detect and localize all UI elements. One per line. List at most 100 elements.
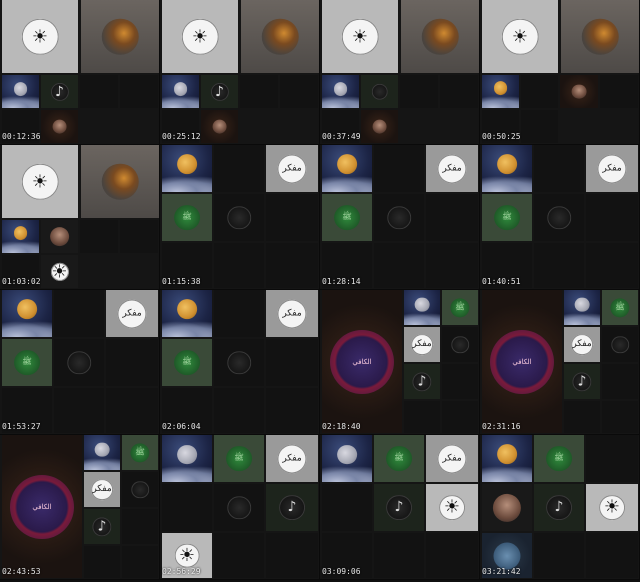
video-frame-panel[interactable]: ☀ ♪ 00:25:12 (160, 0, 320, 145)
tile-empty[interactable] (214, 533, 264, 578)
tile-small[interactable] (482, 75, 519, 108)
tile-medium[interactable] (162, 435, 212, 482)
tile-medium[interactable]: مفكر (426, 145, 478, 192)
tile-medium[interactable]: ♪ (374, 484, 424, 531)
video-frame-panel[interactable]: ﷺ ♪ ☀ 03:21:42 (480, 435, 640, 580)
tile-empty[interactable] (120, 220, 158, 253)
tile-medium[interactable] (322, 145, 372, 192)
tile-empty[interactable] (426, 243, 478, 288)
tile-medium[interactable]: ﷺ (162, 339, 212, 386)
tile-small[interactable] (361, 110, 398, 143)
tile-medium[interactable] (482, 484, 532, 531)
video-frame-panel[interactable]: ﷺ مفكر ♪ ☀ 02:56:29 (160, 435, 320, 580)
tile-medium[interactable] (214, 339, 264, 386)
video-frame-panel[interactable]: ☀ ☀ 01:03:02 (0, 145, 160, 290)
tile-medium[interactable] (482, 145, 532, 192)
tile-medium[interactable] (322, 435, 372, 482)
tile-medium[interactable]: ﷺ (374, 435, 424, 482)
tile-empty[interactable] (586, 194, 638, 241)
tile-medium[interactable]: ﷺ (534, 435, 584, 482)
tile-empty[interactable] (214, 290, 264, 337)
tile-small[interactable] (201, 110, 238, 143)
tile-big-1[interactable]: ☀ (2, 0, 78, 73)
tile-big-2[interactable] (561, 0, 639, 73)
tile-empty[interactable] (54, 290, 104, 337)
tile-featured[interactable]: الكافي (482, 290, 562, 433)
tile-small[interactable] (2, 75, 39, 108)
tile-empty[interactable] (586, 533, 638, 578)
tile-small[interactable]: ♪ (201, 75, 238, 108)
video-frame-panel[interactable]: ☀ 00:50:25 (480, 0, 640, 145)
tile-big-1[interactable]: ☀ (482, 0, 558, 73)
tile-empty[interactable] (322, 484, 372, 531)
tile-empty[interactable] (400, 75, 438, 108)
tile-empty[interactable] (586, 243, 638, 288)
tile-small[interactable]: مفكر (564, 327, 600, 362)
tile-empty[interactable] (586, 435, 638, 482)
tile-small[interactable] (162, 75, 199, 108)
tile-empty[interactable] (214, 145, 264, 192)
tile-small[interactable] (560, 75, 598, 108)
tile-medium[interactable]: مفكر (426, 435, 478, 482)
tile-medium[interactable] (482, 435, 532, 482)
tile-empty[interactable] (106, 339, 158, 386)
tile-small[interactable]: مفكر (404, 327, 440, 362)
tile-featured[interactable]: الكافي (322, 290, 402, 433)
tile-small[interactable]: ♪ (564, 364, 600, 399)
tile-empty[interactable] (266, 339, 318, 386)
tile-medium[interactable]: مفكر (266, 290, 318, 337)
tile-medium[interactable]: ☀ (426, 484, 478, 531)
tile-empty[interactable] (280, 75, 318, 108)
tile-small[interactable]: ♪ (404, 364, 440, 399)
tile-empty[interactable] (442, 364, 478, 399)
tile-medium[interactable] (534, 194, 584, 241)
tile-medium[interactable]: مفكر (266, 145, 318, 192)
tile-medium[interactable]: مفكر (266, 435, 318, 482)
tile-small[interactable] (2, 220, 39, 253)
video-frame-panel[interactable]: ☀ ♪ 00:12:36 (0, 0, 160, 145)
video-frame-panel[interactable]: الكافي ﷺ مفكر ♪ 02:18:40 (320, 290, 480, 435)
tile-small[interactable]: ﷺ (442, 290, 478, 325)
tile-empty[interactable] (600, 75, 638, 108)
tile-medium[interactable] (2, 290, 52, 337)
tile-small[interactable] (404, 290, 440, 325)
tile-medium[interactable]: ☀ (586, 484, 638, 531)
tile-empty[interactable] (80, 220, 118, 253)
tile-empty[interactable] (440, 75, 478, 108)
tile-empty[interactable] (106, 388, 158, 433)
tile-empty[interactable] (374, 533, 424, 578)
tile-big-1[interactable]: ☀ (162, 0, 238, 73)
tile-empty[interactable] (602, 364, 638, 399)
tile-small[interactable] (442, 327, 478, 362)
video-frame-panel[interactable]: الكافي ﷺ مفكر ♪ 02:31:16 (480, 290, 640, 435)
tile-empty[interactable] (374, 243, 424, 288)
tile-empty[interactable] (162, 484, 212, 531)
tile-empty[interactable] (266, 388, 318, 433)
tile-empty[interactable] (240, 75, 278, 108)
tile-empty[interactable] (521, 110, 558, 143)
tile-medium[interactable] (162, 290, 212, 337)
tile-empty[interactable] (214, 243, 264, 288)
tile-empty[interactable] (426, 533, 478, 578)
tile-medium[interactable] (54, 339, 104, 386)
tile-medium[interactable]: ♪ (266, 484, 318, 531)
tile-empty[interactable] (521, 75, 558, 108)
video-frame-panel[interactable]: ﷺ مفكر ♪ ☀ 03:09:06 (320, 435, 480, 580)
tile-empty[interactable] (266, 243, 318, 288)
tile-empty[interactable] (120, 75, 158, 108)
video-frame-panel[interactable]: مفكر ﷺ 01:40:51 (480, 145, 640, 290)
tile-small[interactable] (602, 327, 638, 362)
tile-empty[interactable] (564, 401, 600, 433)
tile-medium[interactable] (374, 194, 424, 241)
tile-empty[interactable] (122, 546, 158, 578)
tile-empty[interactable] (426, 194, 478, 241)
tile-empty[interactable] (84, 546, 120, 578)
tile-medium[interactable] (162, 145, 212, 192)
tile-medium[interactable]: مفكر (586, 145, 638, 192)
tile-medium[interactable]: ﷺ (162, 194, 212, 241)
tile-big-2[interactable] (81, 0, 159, 73)
tile-empty[interactable] (214, 388, 264, 433)
tile-small[interactable] (41, 220, 78, 253)
video-frame-panel[interactable]: مفكر ﷺ 01:15:38 (160, 145, 320, 290)
tile-small[interactable] (84, 435, 120, 470)
